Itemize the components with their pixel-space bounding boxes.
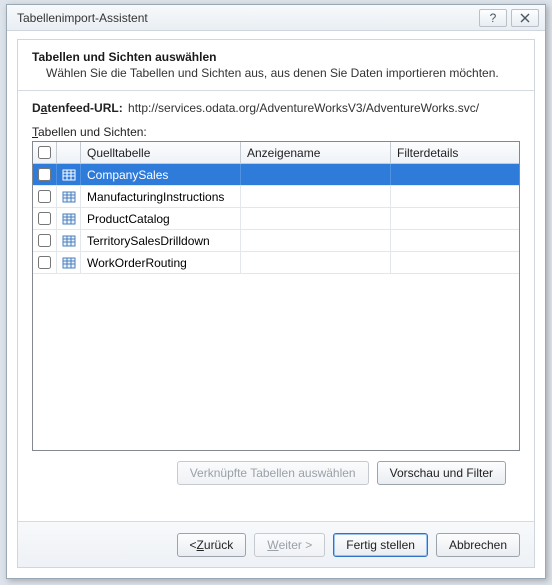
table-row[interactable]: ProductCatalog	[33, 208, 519, 230]
row-filter	[391, 208, 519, 229]
tables-grid[interactable]: Quelltabelle Anzeigename Filterdetails C…	[32, 141, 520, 451]
row-filter	[391, 230, 519, 251]
row-icon-cell	[57, 208, 81, 229]
row-checkbox[interactable]	[38, 168, 51, 181]
datafeed-url: http://services.odata.org/AdventureWorks…	[128, 101, 479, 115]
select-related-button: Verknüpfte Tabellen auswählen	[177, 461, 369, 485]
select-all-checkbox[interactable]	[38, 146, 51, 159]
page-subheading: Wählen Sie die Tabellen und Sichten aus,…	[18, 66, 534, 90]
dialog-window: Tabellenimport-Assistent ? Tabellen und …	[6, 4, 546, 579]
tables-label: Tabellen und Sichten:	[32, 125, 520, 139]
preview-filter-button[interactable]: Vorschau und Filter	[377, 461, 506, 485]
row-checkbox[interactable]	[38, 190, 51, 203]
row-checkbox[interactable]	[38, 212, 51, 225]
next-button: Weiter >	[254, 533, 325, 557]
close-icon	[519, 13, 531, 23]
datafeed-row: Datenfeed-URL: http://services.odata.org…	[32, 101, 520, 115]
row-source: CompanySales	[81, 164, 241, 185]
grid-header: Quelltabelle Anzeigename Filterdetails	[33, 142, 519, 164]
header-checkbox-cell[interactable]	[33, 142, 57, 163]
table-icon	[62, 168, 76, 182]
header-display[interactable]: Anzeigename	[241, 142, 391, 163]
back-button[interactable]: < Zurück	[177, 533, 247, 557]
header-source[interactable]: Quelltabelle	[81, 142, 241, 163]
table-row[interactable]: ManufacturingInstructions	[33, 186, 519, 208]
row-display[interactable]	[241, 208, 391, 229]
row-source: TerritorySalesDrilldown	[81, 230, 241, 251]
row-source: WorkOrderRouting	[81, 252, 241, 273]
finish-button[interactable]: Fertig stellen	[333, 533, 428, 557]
window-title: Tabellenimport-Assistent	[17, 11, 475, 25]
page-heading: Tabellen und Sichten auswählen	[18, 40, 534, 66]
row-checkbox-cell[interactable]	[33, 208, 57, 229]
table-row[interactable]: CompanySales	[33, 164, 519, 186]
row-icon-cell	[57, 252, 81, 273]
titlebar: Tabellenimport-Assistent ?	[7, 5, 545, 31]
header-icon-cell	[57, 142, 81, 163]
help-button[interactable]: ?	[479, 9, 507, 27]
row-display[interactable]	[241, 230, 391, 251]
row-filter	[391, 252, 519, 273]
table-icon	[62, 234, 76, 248]
row-display[interactable]	[241, 252, 391, 273]
row-display[interactable]	[241, 164, 391, 185]
main-section: Datenfeed-URL: http://services.odata.org…	[18, 101, 534, 485]
row-filter	[391, 164, 519, 185]
grid-actions: Verknüpfte Tabellen auswählen Vorschau u…	[32, 451, 520, 485]
datafeed-label: Datenfeed-URL:	[32, 101, 123, 115]
table-icon	[62, 256, 76, 270]
row-checkbox[interactable]	[38, 256, 51, 269]
table-row[interactable]: TerritorySalesDrilldown	[33, 230, 519, 252]
table-icon	[62, 212, 76, 226]
divider	[18, 90, 534, 91]
cancel-button[interactable]: Abbrechen	[436, 533, 520, 557]
row-display[interactable]	[241, 186, 391, 207]
row-checkbox-cell[interactable]	[33, 164, 57, 185]
header-filter[interactable]: Filterdetails	[391, 142, 519, 163]
content-panel: Tabellen und Sichten auswählen Wählen Si…	[17, 39, 535, 568]
row-icon-cell	[57, 186, 81, 207]
row-checkbox-cell[interactable]	[33, 230, 57, 251]
close-button[interactable]	[511, 9, 539, 27]
row-icon-cell	[57, 230, 81, 251]
table-icon	[62, 190, 76, 204]
row-source: ManufacturingInstructions	[81, 186, 241, 207]
row-checkbox-cell[interactable]	[33, 186, 57, 207]
row-source: ProductCatalog	[81, 208, 241, 229]
grid-body: CompanySalesManufacturingInstructionsPro…	[33, 164, 519, 274]
row-checkbox[interactable]	[38, 234, 51, 247]
row-icon-cell	[57, 164, 81, 185]
row-filter	[391, 186, 519, 207]
wizard-footer: < Zurück Weiter > Fertig stellen Abbrech…	[18, 521, 534, 567]
table-row[interactable]: WorkOrderRouting	[33, 252, 519, 274]
row-checkbox-cell[interactable]	[33, 252, 57, 273]
